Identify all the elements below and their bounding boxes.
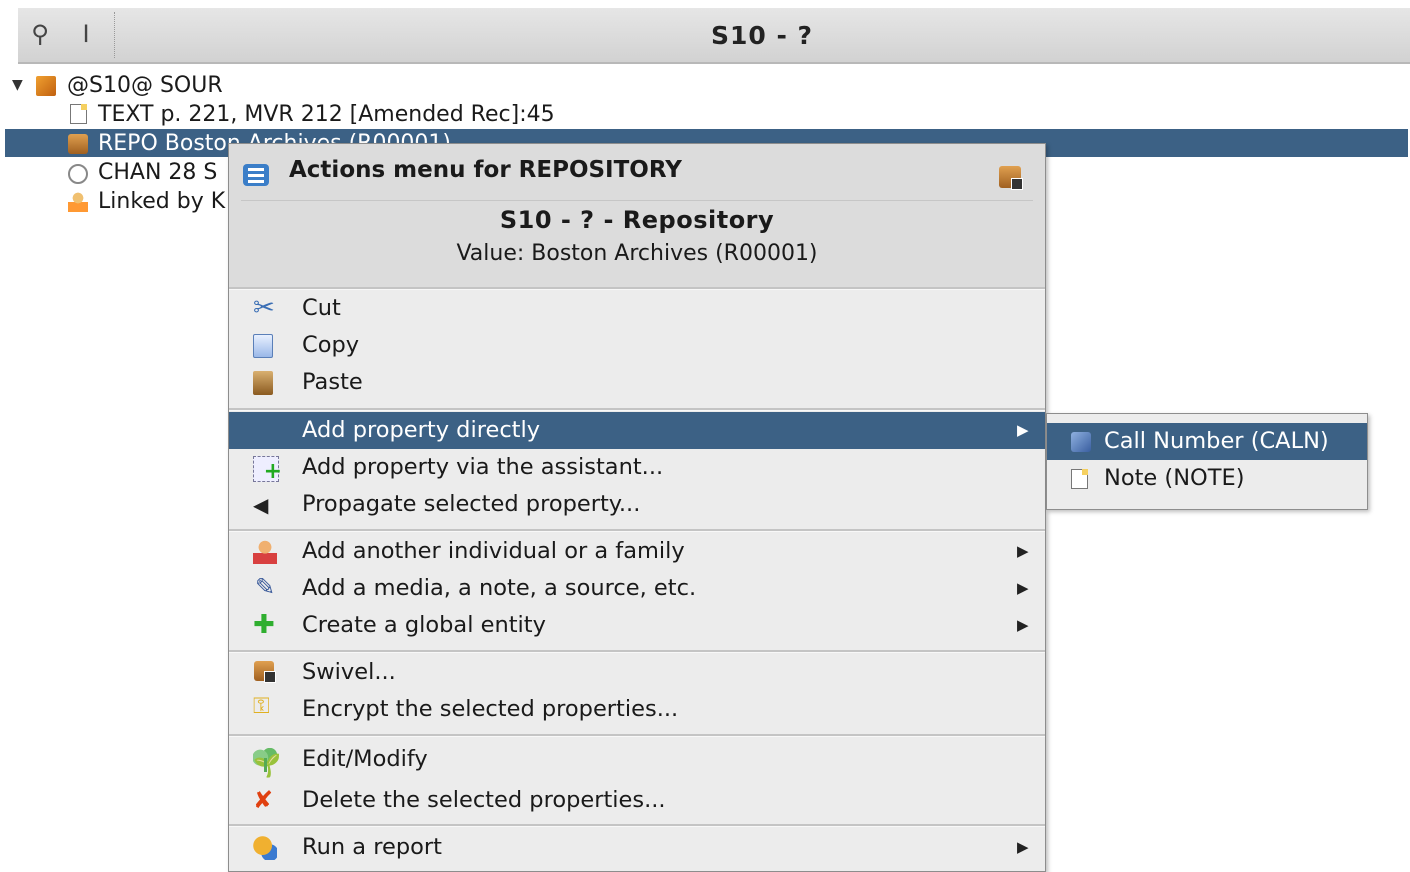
- submenu-arrow-icon: ▶: [1017, 616, 1029, 634]
- submenu-item-label: Note (NOTE): [1104, 465, 1245, 491]
- header-divider: [241, 200, 1033, 201]
- submenu-item-label: Call Number (CALN): [1104, 428, 1329, 454]
- menu-item-create-global[interactable]: Create a global entity ▶: [229, 607, 1045, 644]
- sprout-icon: [253, 748, 277, 772]
- text-cursor-icon[interactable]: Ι: [68, 16, 104, 52]
- person-link-icon: [68, 192, 88, 212]
- add-property-submenu: Call Number (CALN) Note (NOTE): [1046, 413, 1368, 510]
- tree-row-root[interactable]: ▼ @S10@ SOUR: [0, 71, 1410, 100]
- note-icon: [1071, 469, 1088, 489]
- menu-item-label: Paste: [302, 369, 363, 395]
- clock-icon: [68, 164, 88, 184]
- menu-item-label: Add a media, a note, a source, etc.: [302, 575, 697, 601]
- submenu-arrow-icon: ▶: [1017, 421, 1029, 439]
- submenu-item-caln[interactable]: Call Number (CALN): [1047, 423, 1367, 460]
- menu-item-label: Edit/Modify: [302, 746, 428, 772]
- tree-row-label: TEXT p. 221, MVR 212 [Amended Rec]:45: [98, 102, 555, 127]
- key-icon: [253, 688, 277, 725]
- submenu-arrow-icon: ▶: [1017, 542, 1029, 560]
- title-bar: ⚲ Ι S10 - ?: [0, 0, 1410, 70]
- menu-item-delete[interactable]: Delete the selected properties...: [229, 782, 1045, 819]
- menu-item-label: Delete the selected properties...: [302, 787, 666, 813]
- call-number-icon: [1071, 432, 1091, 452]
- propagate-icon: [253, 487, 277, 524]
- menu-value: Value: Boston Archives (R00001): [456, 241, 818, 266]
- menu-separator: [229, 650, 1045, 653]
- add-property-icon: [253, 453, 282, 490]
- report-icon: [253, 836, 277, 860]
- menu-item-add-property-assistant[interactable]: Add property via the assistant...: [229, 449, 1045, 490]
- clipboard-icon: [253, 371, 273, 395]
- menu-item-cut[interactable]: Cut: [229, 290, 1045, 327]
- menu-item-label: Create a global entity: [302, 612, 546, 638]
- menu-item-label: Run a report: [302, 834, 442, 860]
- repository-icon: [999, 166, 1023, 190]
- menu-item-label: Encrypt the selected properties...: [302, 696, 679, 722]
- submenu-arrow-icon: ▶: [1017, 838, 1029, 856]
- menu-item-add-property-directly[interactable]: Add property directly ▶: [229, 412, 1045, 449]
- menu-item-swivel[interactable]: Swivel...: [229, 654, 1045, 691]
- menu-separator: [229, 408, 1045, 411]
- repository-icon: [254, 661, 276, 683]
- delete-icon: [253, 782, 277, 819]
- submenu-arrow-icon: ▶: [1017, 579, 1029, 597]
- menu-item-label: Add property via the assistant...: [302, 454, 664, 480]
- tree-row-label: @S10@ SOUR: [67, 73, 223, 98]
- menu-subtitle: S10 - ? - Repository: [499, 206, 775, 234]
- plus-icon: [253, 607, 277, 644]
- menu-separator: [229, 734, 1045, 737]
- repository-icon: [68, 134, 88, 154]
- menu-item-copy[interactable]: Copy: [229, 327, 1045, 364]
- menu-item-encrypt[interactable]: Encrypt the selected properties...: [229, 688, 1045, 728]
- scissors-icon: [253, 290, 277, 327]
- menu-header: Actions menu for REPOSITORY S10 - ? - Re…: [229, 144, 1045, 287]
- menu-separator: [229, 824, 1045, 827]
- expand-triangle-icon[interactable]: ▼: [12, 71, 23, 100]
- menu-item-label: Propagate selected property...: [302, 491, 641, 517]
- pin-icon[interactable]: ⚲: [22, 16, 58, 52]
- media-icon: [253, 569, 277, 606]
- menu-title: Actions menu for REPOSITORY: [289, 157, 682, 183]
- menu-item-label: Copy: [302, 332, 360, 358]
- page-title: S10 - ?: [710, 20, 814, 50]
- menu-list-icon: [243, 164, 269, 186]
- menu-item-label: Add property directly: [302, 417, 541, 443]
- menu-item-label: Cut: [302, 295, 341, 321]
- menu-separator: [229, 529, 1045, 532]
- menu-item-paste[interactable]: Paste: [229, 364, 1045, 401]
- menu-item-edit[interactable]: Edit/Modify: [229, 741, 1045, 778]
- tree-row-label: Linked by K: [98, 189, 226, 214]
- tree-row-text[interactable]: TEXT p. 221, MVR 212 [Amended Rec]:45: [0, 100, 1410, 129]
- document-icon: [70, 104, 87, 124]
- individual-icon: [253, 540, 277, 564]
- menu-item-label: Add another individual or a family: [302, 538, 685, 564]
- menu-item-add-individual[interactable]: Add another individual or a family ▶: [229, 533, 1045, 570]
- menu-item-run-report[interactable]: Run a report ▶: [229, 829, 1045, 866]
- menu-item-add-media[interactable]: Add a media, a note, a source, etc. ▶: [229, 569, 1045, 607]
- copy-icon: [253, 334, 273, 358]
- submenu-item-note[interactable]: Note (NOTE): [1047, 460, 1367, 497]
- menu-item-propagate[interactable]: Propagate selected property...: [229, 486, 1045, 524]
- menu-item-label: Swivel...: [302, 659, 396, 685]
- book-icon: [36, 76, 56, 96]
- title-bar-inner: ⚲ Ι S10 - ?: [18, 8, 1410, 64]
- tree-row-label: CHAN 28 S: [98, 160, 218, 185]
- actions-menu: Actions menu for REPOSITORY S10 - ? - Re…: [228, 143, 1046, 872]
